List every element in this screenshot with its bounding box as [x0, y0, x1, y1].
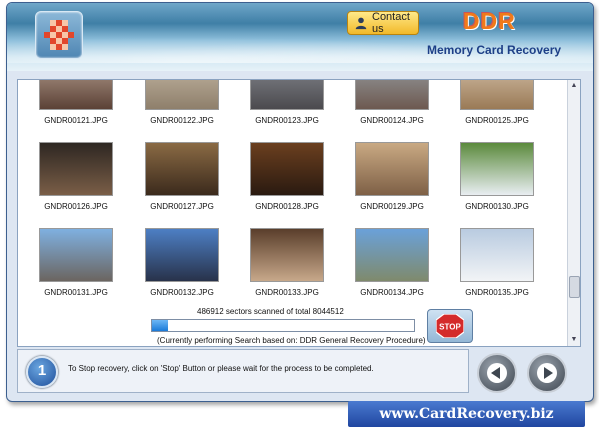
status-bar: 1 To Stop recovery, click on 'Stop' Butt… — [17, 349, 469, 393]
recovery-progress-bar — [151, 319, 415, 332]
search-procedure-text: (Currently performing Search based on: D… — [157, 336, 426, 345]
checker-logo-icon — [44, 20, 74, 50]
thumbnail-filename: GNDR00125.JPG — [465, 116, 529, 125]
thumbnail-image — [355, 228, 429, 282]
file-thumbnail[interactable]: GNDR00123.JPG — [237, 80, 337, 125]
thumbnail-filename: GNDR00122.JPG — [150, 116, 214, 125]
file-thumbnail[interactable]: GNDR00128.JPG — [237, 142, 337, 211]
thumbnail-image — [250, 228, 324, 282]
file-thumbnail[interactable]: GNDR00130.JPG — [447, 142, 547, 211]
thumbnail-filename: GNDR00134.JPG — [360, 288, 424, 297]
header-banner: Contact us DDR Memory Card Recovery — [7, 3, 593, 71]
thumbnail-image — [460, 228, 534, 282]
app-subtitle: Memory Card Recovery — [427, 43, 562, 57]
thumbnail-filename: GNDR00121.JPG — [44, 116, 108, 125]
svg-text:STOP: STOP — [439, 323, 461, 332]
website-url: www.CardRecovery.biz — [379, 406, 554, 422]
vertical-scrollbar[interactable]: ▲ ▼ — [567, 80, 580, 346]
file-thumbnail[interactable]: GNDR00124.JPG — [342, 80, 442, 125]
contact-us-label: Contact us — [372, 11, 410, 35]
thumbnail-filename: GNDR00129.JPG — [360, 202, 424, 211]
thumbnail-filename: GNDR00132.JPG — [150, 288, 214, 297]
thumbnail-image — [145, 80, 219, 110]
thumbnail-image — [39, 142, 113, 196]
file-thumbnail[interactable]: GNDR00133.JPG — [237, 228, 337, 297]
app-logo — [35, 11, 83, 59]
file-thumbnail[interactable]: GNDR00135.JPG — [447, 228, 547, 297]
thumbnail-image — [250, 142, 324, 196]
file-thumbnail[interactable]: GNDR00122.JPG — [132, 80, 232, 125]
progress-fill — [152, 320, 168, 331]
file-thumbnail[interactable]: GNDR00129.JPG — [342, 142, 442, 211]
file-thumbnail[interactable]: GNDR00127.JPG — [132, 142, 232, 211]
instruction-text: To Stop recovery, click on 'Stop' Button… — [68, 364, 374, 373]
website-banner: www.CardRecovery.biz — [348, 401, 585, 427]
thumbnail-filename: GNDR00133.JPG — [255, 288, 319, 297]
scroll-down-arrow-icon[interactable]: ▼ — [569, 335, 579, 345]
thumbnail-filename: GNDR00135.JPG — [465, 288, 529, 297]
thumbnail-image — [39, 228, 113, 282]
arrow-left-icon — [487, 363, 507, 383]
app-window: Contact us DDR Memory Card Recovery GNDR… — [6, 2, 594, 402]
file-thumbnail[interactable]: GNDR00126.JPG — [26, 142, 126, 211]
scrollbar-thumb[interactable] — [569, 276, 580, 298]
next-button[interactable] — [527, 353, 567, 393]
thumbnail-image — [145, 228, 219, 282]
thumbnail-filename: GNDR00128.JPG — [255, 202, 319, 211]
thumbnail-image — [355, 80, 429, 110]
back-button[interactable] — [477, 353, 517, 393]
file-thumbnail[interactable]: GNDR00121.JPG — [26, 80, 126, 125]
person-icon — [355, 17, 367, 30]
thumbnail-image — [460, 142, 534, 196]
file-thumbnail[interactable]: GNDR00131.JPG — [26, 228, 126, 297]
thumbnail-image — [250, 80, 324, 110]
sectors-scanned-text: 486912 sectors scanned of total 8044512 — [197, 307, 344, 316]
brand-logo: DDR — [463, 8, 516, 34]
scroll-up-arrow-icon[interactable]: ▲ — [569, 81, 579, 91]
thumbnail-image — [460, 80, 534, 110]
thumbnail-image — [355, 142, 429, 196]
thumbnail-filename: GNDR00124.JPG — [360, 116, 424, 125]
thumbnail-filename: GNDR00130.JPG — [465, 202, 529, 211]
thumbnail-image — [145, 142, 219, 196]
file-thumbnail[interactable]: GNDR00125.JPG — [447, 80, 547, 125]
thumbnail-filename: GNDR00127.JPG — [150, 202, 214, 211]
info-icon: 1 — [26, 356, 58, 388]
thumbnail-filename: GNDR00131.JPG — [44, 288, 108, 297]
file-thumbnail[interactable]: GNDR00134.JPG — [342, 228, 442, 297]
thumbnail-filename: GNDR00126.JPG — [44, 202, 108, 211]
stop-sign-icon: STOP — [436, 314, 464, 338]
thumbnail-image — [39, 80, 113, 110]
stop-button[interactable]: STOP — [427, 309, 473, 343]
arrow-right-icon — [537, 363, 557, 383]
thumbnail-filename: GNDR00123.JPG — [255, 116, 319, 125]
file-thumbnail[interactable]: GNDR00132.JPG — [132, 228, 232, 297]
contact-us-button[interactable]: Contact us — [347, 11, 419, 35]
